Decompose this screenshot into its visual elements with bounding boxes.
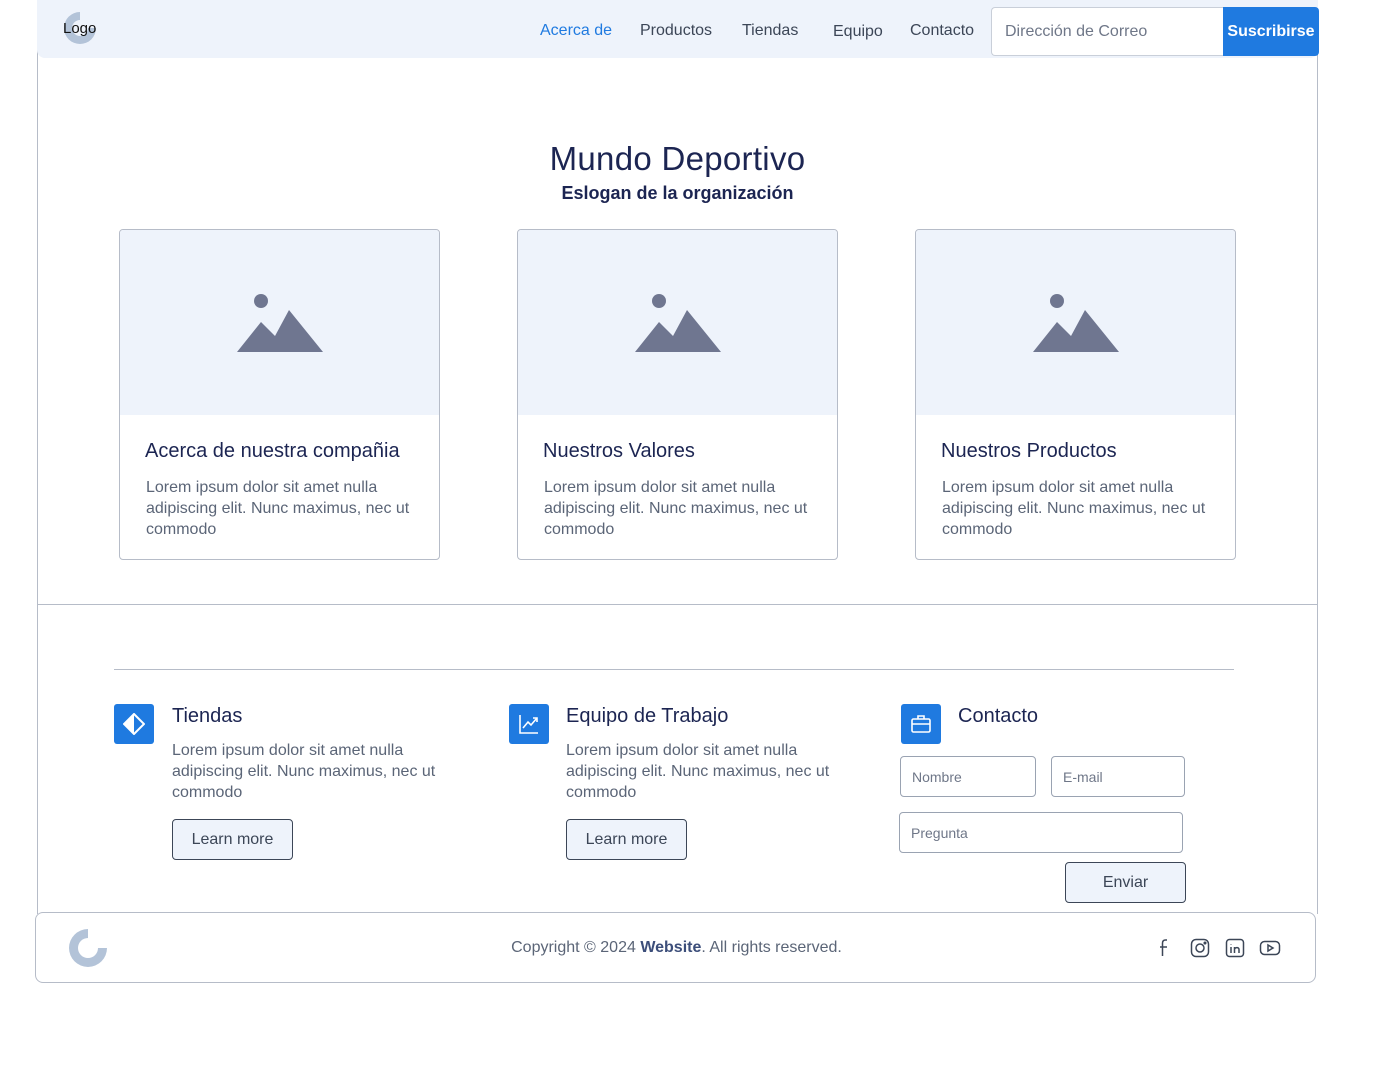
divider <box>114 669 1234 670</box>
card-image <box>518 230 837 415</box>
feature-text-stores: Lorem ipsum dolor sit amet nulla adipisc… <box>172 742 436 801</box>
copyright-suffix: . All rights reserved. <box>701 939 842 956</box>
card-about: Acerca de nuestra compañia Lorem ipsum d… <box>119 229 440 560</box>
linkedin-icon[interactable] <box>1224 937 1246 959</box>
copyright-text: Copyright © 2024 Website. All rights res… <box>36 939 1317 957</box>
learn-more-stores-button[interactable]: Learn more <box>172 819 293 860</box>
page-subtitle: Eslogan de la organización <box>561 183 794 203</box>
card-text: Lorem ipsum dolor sit amet nulla adipisc… <box>544 479 808 538</box>
learn-more-team-button[interactable]: Learn more <box>566 819 687 860</box>
card-text: Lorem ipsum dolor sit amet nulla adipisc… <box>146 479 410 538</box>
newsletter-email-input[interactable] <box>991 7 1225 56</box>
feature-title-contact: Contacto <box>958 705 1039 727</box>
image-placeholder-icon <box>635 294 721 352</box>
card-title: Acerca de nuestra compañia <box>145 440 400 462</box>
brand-link[interactable]: Website <box>640 939 701 956</box>
contact-question-input[interactable] <box>899 812 1183 853</box>
nav-products[interactable]: Productos <box>640 22 712 40</box>
facebook-icon[interactable] <box>1154 937 1176 959</box>
card-title: Nuestros Productos <box>941 440 1117 462</box>
card-values: Nuestros Valores Lorem ipsum dolor sit a… <box>517 229 838 560</box>
half-diamond-icon <box>114 704 154 744</box>
card-image <box>120 230 439 415</box>
nav-team[interactable]: Equipo <box>833 23 883 41</box>
card-products: Nuestros Productos Lorem ipsum dolor sit… <box>915 229 1236 560</box>
instagram-icon[interactable] <box>1189 937 1211 959</box>
feature-text-team: Lorem ipsum dolor sit amet nulla adipisc… <box>566 742 830 801</box>
trend-chart-icon <box>509 704 549 744</box>
briefcase-icon <box>901 704 941 744</box>
card-text: Lorem ipsum dolor sit amet nulla adipisc… <box>942 479 1206 538</box>
logo-text: Logo <box>63 20 97 37</box>
feature-title-stores: Tiendas <box>172 705 243 727</box>
subscribe-button[interactable]: Suscribirse <box>1223 7 1319 56</box>
nav-stores[interactable]: Tiendas <box>742 22 798 40</box>
feature-title-team: Equipo de Trabajo <box>566 705 729 727</box>
footer: Copyright © 2024 Website. All rights res… <box>35 912 1316 983</box>
copyright-prefix: Copyright © 2024 <box>511 939 641 956</box>
card-image <box>916 230 1235 415</box>
nav-contact[interactable]: Contacto <box>910 22 974 40</box>
image-placeholder-icon <box>237 294 323 352</box>
send-button[interactable]: Enviar <box>1065 862 1186 903</box>
contact-name-input[interactable] <box>900 756 1036 797</box>
top-navbar: Logo Acerca de Productos Tiendas Equipo … <box>37 0 1319 58</box>
nav-about[interactable]: Acerca de <box>540 22 612 40</box>
section-divider <box>37 604 1318 605</box>
youtube-icon[interactable] <box>1259 937 1281 959</box>
image-placeholder-icon <box>1033 294 1119 352</box>
card-title: Nuestros Valores <box>543 440 695 462</box>
contact-email-input[interactable] <box>1051 756 1185 797</box>
page-title: Mundo Deportivo <box>549 140 806 177</box>
